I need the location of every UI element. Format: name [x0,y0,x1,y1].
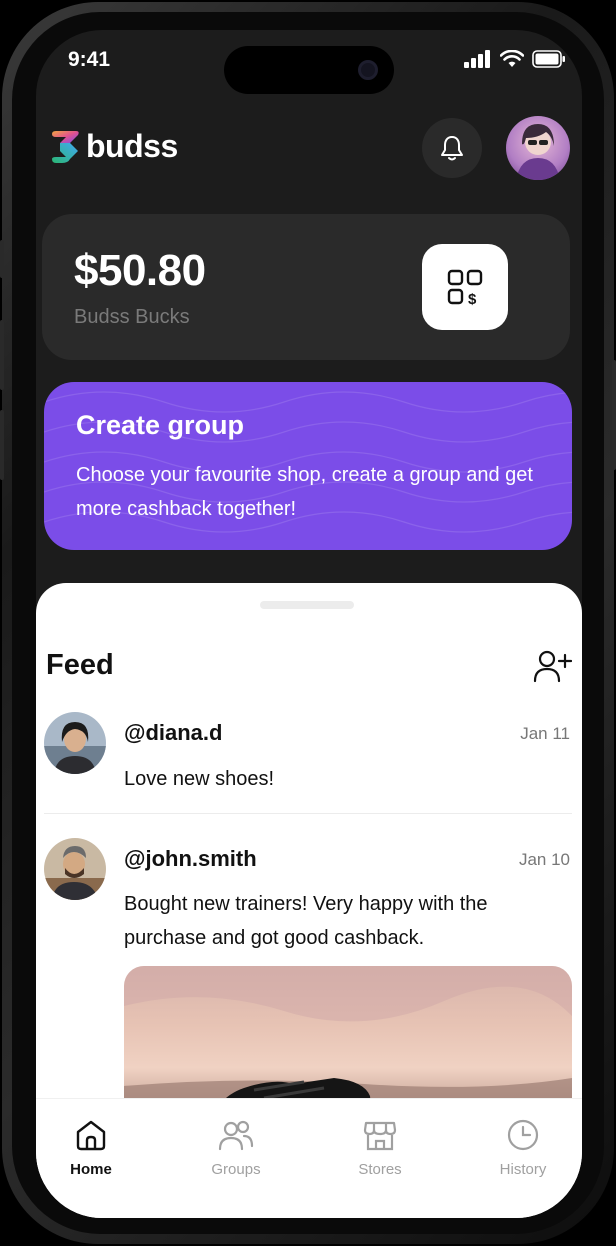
post-date: Jan 11 [520,724,570,743]
dynamic-island [224,46,394,94]
profile-photo [516,124,560,180]
post-avatar[interactable] [44,838,106,900]
qr-wallet-button[interactable]: $ [422,244,508,330]
power-button [612,360,616,470]
sheet-handle[interactable] [260,601,354,609]
home-icon [76,1120,106,1151]
post-text: Bought new trainers! Very happy with the… [124,893,488,949]
bell-icon [441,136,463,161]
notifications-button[interactable] [422,118,482,178]
tab-label: Home [70,1161,112,1178]
app-logo[interactable]: budss [50,128,178,165]
tab-label: History [499,1161,547,1178]
create-group-banner[interactable]: Create group Choose your favourite shop,… [44,382,572,550]
add-friend-icon[interactable] [532,649,572,683]
store-icon [363,1121,397,1151]
app-name: budss [86,128,178,164]
tab-label: Stores [358,1161,402,1178]
balance-label: Budss Bucks [74,306,190,328]
balance-card[interactable]: $50.80 Budss Bucks $ [42,214,570,360]
diana-photo [44,712,106,774]
app-screen: 9:41 budss $50.80 Budss Bucks $ Create g… [36,30,582,1218]
post-date: Jan 10 [518,850,570,869]
post-text: Love new shoes! [124,768,275,790]
promo-body: Choose your favourite shop, create a gro… [76,464,533,520]
promo-title: Create group [76,410,245,440]
tab-groups[interactable]: Groups [181,1117,291,1178]
tab-label: Groups [211,1161,261,1178]
signal-icon [464,50,490,68]
tab-home[interactable]: Home [36,1117,146,1178]
profile-avatar[interactable] [506,116,570,180]
volume-up-button [0,320,4,390]
post-username[interactable]: @diana.d [124,720,222,746]
post-avatar[interactable] [44,712,106,774]
feed-title: Feed [46,649,114,681]
battery-icon [532,50,565,68]
tab-bar: Home Groups Stores History [36,1098,582,1218]
logo-mark-icon [52,130,79,163]
status-icons [464,50,566,68]
tab-stores[interactable]: Stores [325,1117,435,1178]
balance-amount: $50.80 [74,246,206,295]
mute-button [0,240,4,278]
post-divider [44,813,572,814]
clock-icon [507,1119,539,1151]
camera-icon [358,60,378,80]
wifi-icon [500,50,524,67]
status-time: 9:41 [68,48,111,71]
post-username[interactable]: @john.smith [124,846,257,872]
john-photo [44,838,106,900]
svg-text:$: $ [468,291,477,306]
groups-icon [218,1120,254,1151]
volume-down-button [0,410,4,480]
tab-history[interactable]: History [468,1117,578,1178]
qr-wallet-icon: $ [447,269,483,306]
